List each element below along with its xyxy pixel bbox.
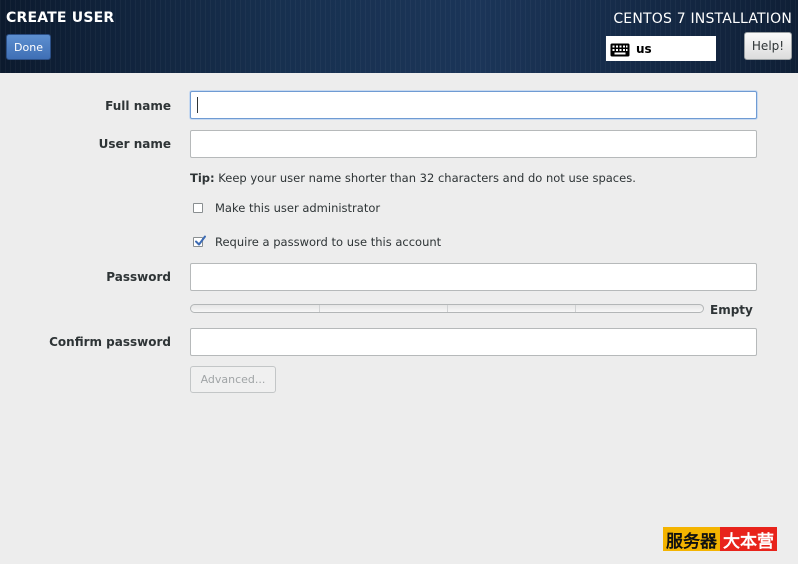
header-bar: CREATE USER CENTOS 7 INSTALLATION Done u…: [0, 0, 798, 73]
username-tip: Tip: Keep your user name shorter than 32…: [190, 171, 636, 185]
username-input[interactable]: [190, 130, 757, 158]
admin-checkbox-label[interactable]: Make this user administrator: [215, 201, 380, 215]
require-password-label[interactable]: Require a password to use this account: [215, 235, 441, 249]
keyboard-icon: [610, 42, 630, 56]
strength-segment-divider: [447, 305, 448, 312]
done-button[interactable]: Done: [6, 34, 51, 60]
password-label: Password: [106, 270, 171, 284]
watermark-logo: 服务器 大本营: [663, 527, 777, 552]
admin-checkbox[interactable]: [193, 203, 203, 213]
confirm-password-input[interactable]: [190, 328, 757, 356]
password-strength-label: Empty: [710, 303, 753, 317]
require-password-checkbox[interactable]: [193, 235, 206, 247]
product-title: CENTOS 7 INSTALLATION: [613, 11, 792, 27]
password-strength-bar: [190, 304, 704, 313]
text-caret: [197, 97, 198, 113]
tip-text: Keep your user name shorter than 32 char…: [214, 171, 636, 185]
username-label: User name: [98, 137, 171, 151]
help-button[interactable]: Help!: [744, 32, 792, 60]
fullname-label: Full name: [105, 99, 171, 113]
password-input[interactable]: [190, 263, 757, 291]
keyboard-layout-label: us: [636, 41, 652, 56]
keyboard-layout-indicator[interactable]: us: [606, 36, 716, 61]
advanced-button[interactable]: Advanced...: [190, 366, 276, 393]
checkmark-icon: [195, 235, 206, 246]
strength-segment-divider: [319, 305, 320, 312]
tip-prefix: Tip:: [190, 171, 215, 185]
page-title: CREATE USER: [6, 10, 115, 26]
strength-segment-divider: [575, 305, 576, 312]
require-password-checkbox-row[interactable]: Require a password to use this account: [193, 235, 441, 249]
watermark-part-2: 大本营: [720, 527, 777, 552]
watermark-part-1: 服务器: [663, 527, 720, 552]
admin-checkbox-row[interactable]: Make this user administrator: [193, 201, 380, 215]
confirm-password-label: Confirm password: [49, 335, 171, 349]
fullname-input[interactable]: [190, 91, 757, 119]
